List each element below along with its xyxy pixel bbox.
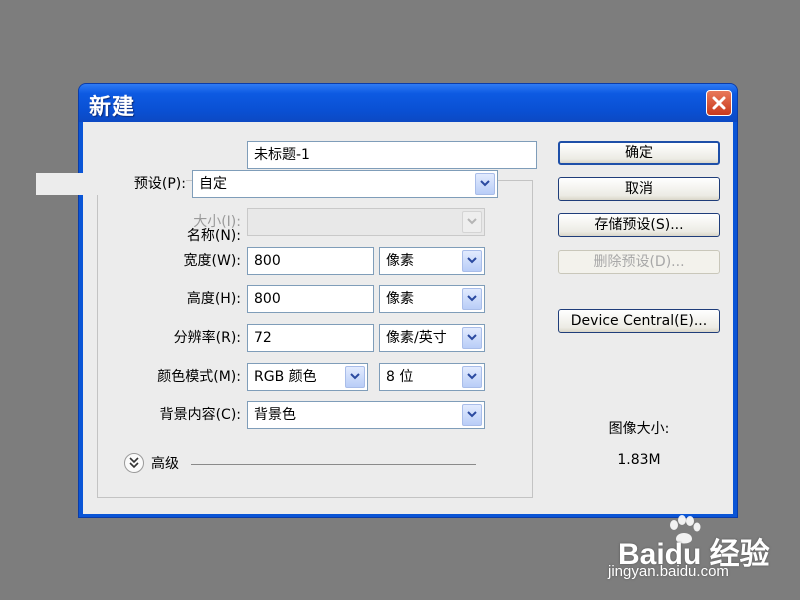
preset-value: 自定 — [199, 176, 227, 192]
chevron-down-icon — [480, 180, 490, 187]
width-unit-dropdown-button[interactable] — [462, 250, 482, 272]
resolution-unit-dropdown-button[interactable] — [462, 327, 482, 349]
baidu-jingyan-watermark: Baidu 经验 jingyan.baidu.com — [608, 515, 798, 595]
advanced-toggle-button[interactable] — [124, 453, 144, 473]
chevron-down-icon — [467, 334, 477, 341]
width-unit-value: 像素 — [386, 253, 414, 269]
name-value: 未标题-1 — [254, 147, 310, 163]
advanced-label: 高级 — [151, 456, 179, 472]
resolution-unit-select[interactable]: 像素/英寸 — [379, 324, 485, 352]
height-unit-select[interactable]: 像素 — [379, 285, 485, 313]
device-central-button[interactable]: Device Central(E)... — [558, 309, 720, 333]
width-label: 宽度(W): — [183, 253, 241, 269]
new-document-dialog: 新建 名称(N): 未标题-1 预设(P): 自定 大小(I): 宽度(W): … — [36, 83, 738, 518]
size-label: 大小(I): — [193, 214, 241, 230]
image-size-value: 1.83M — [617, 452, 661, 468]
chevron-down-icon — [467, 295, 477, 302]
size-dropdown-button — [462, 211, 482, 233]
preset-label: 预设(P): — [133, 176, 186, 192]
resolution-input[interactable]: 72 — [247, 324, 374, 352]
title-bar[interactable]: 新建 — [79, 84, 737, 122]
dialog-title: 新建 — [89, 95, 136, 120]
bit-depth-select[interactable]: 8 位 — [379, 363, 485, 391]
resolution-label: 分辨率(R): — [173, 330, 241, 346]
watermark-url: jingyan.baidu.com — [608, 563, 729, 580]
image-size-label: 图像大小: — [608, 421, 670, 437]
background-dropdown-button[interactable] — [462, 404, 482, 426]
chevron-down-icon — [467, 373, 477, 380]
delete-preset-button: 删除预设(D)... — [558, 250, 720, 274]
height-value: 800 — [254, 291, 281, 307]
width-input[interactable]: 800 — [247, 247, 374, 275]
background-label: 背景内容(C): — [159, 407, 241, 423]
height-input[interactable]: 800 — [247, 285, 374, 313]
dialog-client: 名称(N): 未标题-1 预设(P): 自定 大小(I): 宽度(W): 800 — [36, 122, 733, 514]
color-mode-value: RGB 颜色 — [254, 369, 317, 385]
name-input[interactable]: 未标题-1 — [247, 141, 537, 169]
save-preset-button[interactable]: 存储预设(S)... — [558, 213, 720, 237]
size-select — [247, 208, 485, 236]
double-chevron-down-icon — [129, 457, 139, 469]
height-label: 高度(H): — [186, 291, 241, 307]
color-mode-dropdown-button[interactable] — [345, 366, 365, 388]
ok-button[interactable]: 确定 — [558, 141, 720, 165]
chevron-down-icon — [467, 218, 477, 225]
bit-depth-dropdown-button[interactable] — [462, 366, 482, 388]
close-button[interactable] — [706, 90, 732, 116]
color-mode-select[interactable]: RGB 颜色 — [247, 363, 368, 391]
width-value: 800 — [254, 253, 281, 269]
chevron-down-icon — [467, 257, 477, 264]
advanced-divider — [191, 464, 476, 465]
color-mode-label: 颜色模式(M): — [157, 369, 241, 385]
bit-depth-value: 8 位 — [386, 369, 414, 385]
width-unit-select[interactable]: 像素 — [379, 247, 485, 275]
preset-dropdown-button[interactable] — [475, 173, 495, 195]
resolution-unit-value: 像素/英寸 — [386, 330, 447, 346]
background-value: 背景色 — [254, 407, 296, 423]
close-icon — [712, 96, 726, 110]
height-unit-dropdown-button[interactable] — [462, 288, 482, 310]
chevron-down-icon — [350, 373, 360, 380]
cancel-button[interactable]: 取消 — [558, 177, 720, 201]
resolution-value: 72 — [254, 330, 272, 346]
chevron-down-icon — [467, 411, 477, 418]
preset-select[interactable]: 自定 — [192, 170, 498, 198]
height-unit-value: 像素 — [386, 291, 414, 307]
background-select[interactable]: 背景色 — [247, 401, 485, 429]
